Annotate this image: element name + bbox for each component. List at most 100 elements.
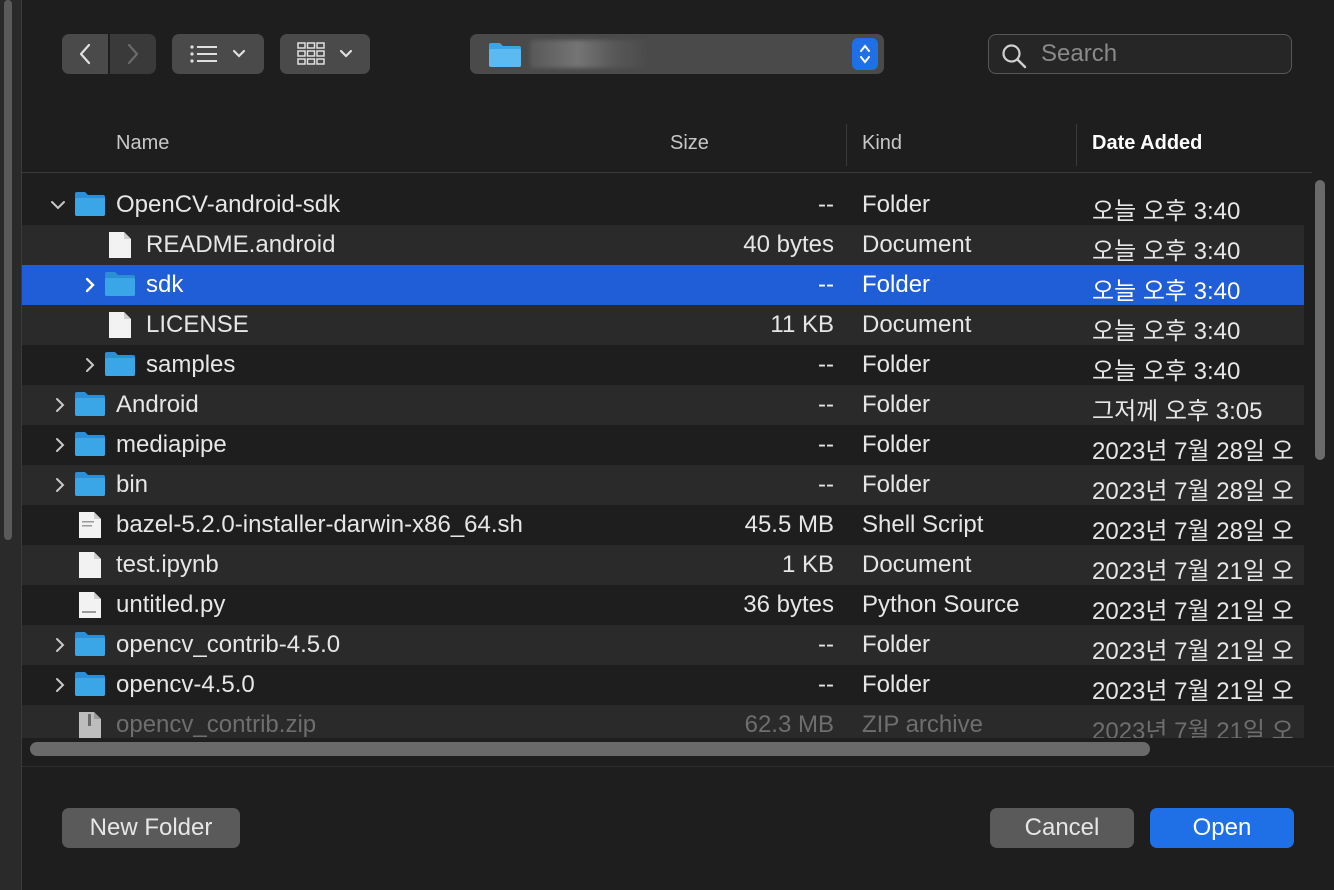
footer-divider [22, 766, 1334, 767]
file-size: -- [818, 431, 834, 458]
grid-view-button[interactable] [280, 34, 370, 74]
disclosure-collapsed-icon[interactable] [50, 675, 70, 695]
open-file-dialog: Name Size Kind Date Added OpenCV-android… [22, 0, 1334, 890]
forward-button[interactable] [110, 34, 156, 74]
list-item[interactable]: opencv_contrib-4.5.0 -- Folder 2023년 7월 … [22, 625, 1304, 665]
list-item[interactable]: LICENSE 11 KB Document 오늘 오후 3:40 [22, 305, 1304, 345]
file-size: -- [818, 631, 834, 658]
document-icon [109, 232, 131, 258]
list-view-button[interactable] [172, 34, 264, 74]
file-kind: Document [862, 551, 972, 578]
list-item[interactable]: samples -- Folder 오늘 오후 3:40 [22, 345, 1304, 385]
location-stepper[interactable] [852, 38, 878, 70]
folder-icon [75, 392, 105, 416]
background-scrollbar-thumb [4, 0, 12, 540]
search-input[interactable] [1041, 39, 1281, 69]
disclosure-collapsed-icon[interactable] [50, 395, 70, 415]
file-name: README.android [146, 231, 336, 258]
column-kind[interactable]: Kind [862, 132, 902, 155]
file-date: 2023년 7월 28일 오 [1092, 438, 1294, 465]
file-name: LICENSE [146, 311, 249, 338]
column-name[interactable]: Name [116, 132, 169, 155]
file-date: 오늘 오후 3:40 [1092, 358, 1241, 385]
up-down-chevron-icon [860, 44, 870, 64]
column-size[interactable]: Size [670, 132, 709, 155]
list-item[interactable]: test.ipynb 1 KB Document 2023년 7월 21일 오 [22, 545, 1304, 585]
disclosure-expanded-icon[interactable] [48, 195, 68, 215]
shell-script-icon [79, 512, 101, 538]
search-field[interactable] [988, 34, 1292, 74]
file-list: Name Size Kind Date Added OpenCV-android… [22, 116, 1334, 766]
file-name: samples [146, 351, 236, 378]
file-size: 36 bytes [743, 591, 834, 618]
file-date: 2023년 7월 28일 오 [1092, 518, 1294, 545]
list-item[interactable]: untitled.py 36 bytes Python Source 2023년… [22, 585, 1304, 625]
open-button[interactable]: Open [1150, 808, 1294, 848]
list-item[interactable]: opencv-4.5.0 -- Folder 2023년 7월 21일 오 [22, 665, 1304, 705]
file-date: 2023년 7월 21일 오 [1092, 638, 1294, 665]
column-date-added[interactable]: Date Added [1092, 132, 1202, 155]
file-date: 2023년 7월 21일 오 [1092, 678, 1294, 705]
folder-icon [105, 272, 135, 296]
file-date: 오늘 오후 3:40 [1092, 238, 1241, 265]
redacted-location [530, 40, 650, 68]
horizontal-scrollbar-thumb[interactable] [30, 742, 1150, 756]
file-kind: Folder [862, 191, 931, 218]
folder-icon [75, 632, 105, 656]
file-size: 1 KB [781, 551, 834, 578]
disclosure-collapsed-icon[interactable] [50, 435, 70, 455]
new-folder-button[interactable]: New Folder [62, 808, 240, 848]
folder-icon [75, 672, 105, 696]
list-item-selected[interactable]: sdk -- Folder 오늘 오후 3:40 [22, 265, 1304, 305]
disclosure-collapsed-icon[interactable] [80, 275, 100, 295]
disclosure-collapsed-icon[interactable] [50, 635, 70, 655]
file-size: -- [818, 191, 834, 218]
folder-icon [105, 352, 135, 376]
vertical-scrollbar-thumb[interactable] [1315, 180, 1325, 460]
file-kind: Folder [862, 631, 931, 658]
file-date: 오늘 오후 3:40 [1092, 318, 1241, 345]
file-date: 2023년 7월 28일 오 [1092, 478, 1294, 505]
file-name: opencv-4.5.0 [116, 671, 255, 698]
file-kind: Document [862, 311, 972, 338]
file-kind: Folder [862, 391, 931, 418]
file-size: 40 bytes [743, 231, 834, 258]
list-item[interactable]: Android -- Folder 그저께 오후 3:05 [22, 385, 1304, 425]
location-popup[interactable] [470, 34, 884, 74]
cancel-button[interactable]: Cancel [990, 808, 1134, 848]
file-name: sdk [146, 271, 184, 298]
file-name: Android [116, 391, 199, 418]
list-item[interactable]: bin -- Folder 2023년 7월 28일 오 [22, 465, 1304, 505]
list-item[interactable]: README.android 40 bytes Document 오늘 오후 3… [22, 225, 1304, 265]
file-date: 2023년 7월 21일 오 [1092, 718, 1294, 738]
file-size: -- [818, 671, 834, 698]
back-button[interactable] [62, 34, 108, 74]
list-item[interactable]: bazel-5.2.0-installer-darwin-x86_64.sh 4… [22, 505, 1304, 545]
file-rows: OpenCV-android-sdk -- Folder 오늘 오후 3:40 … [22, 185, 1304, 738]
file-kind: Python Source [862, 591, 1020, 618]
file-kind: Folder [862, 431, 931, 458]
zip-archive-icon [79, 712, 101, 738]
disclosure-collapsed-icon[interactable] [50, 475, 70, 495]
file-name: bin [116, 471, 149, 498]
file-size: 62.3 MB [744, 711, 834, 738]
file-kind: Shell Script [862, 511, 984, 538]
column-separator[interactable] [1076, 124, 1077, 166]
python-file-icon [79, 592, 101, 618]
file-name: untitled.py [116, 591, 226, 618]
file-kind: Folder [862, 471, 931, 498]
vertical-scrollbar[interactable] [1312, 180, 1328, 460]
folder-icon [75, 192, 105, 216]
file-name: test.ipynb [116, 551, 219, 578]
chevron-left-icon [79, 43, 91, 65]
disclosure-collapsed-icon[interactable] [80, 355, 100, 375]
list-item[interactable]: mediapipe -- Folder 2023년 7월 28일 오 [22, 425, 1304, 465]
list-item-disabled: opencv_contrib.zip 62.3 MB ZIP archive 2… [22, 705, 1304, 738]
chevron-right-icon [127, 43, 139, 65]
folder-icon [488, 42, 522, 73]
list-item[interactable]: OpenCV-android-sdk -- Folder 오늘 오후 3:40 [22, 185, 1304, 225]
file-size: -- [818, 271, 834, 298]
file-kind: Folder [862, 271, 931, 298]
document-icon [109, 312, 131, 338]
column-separator[interactable] [846, 124, 847, 166]
